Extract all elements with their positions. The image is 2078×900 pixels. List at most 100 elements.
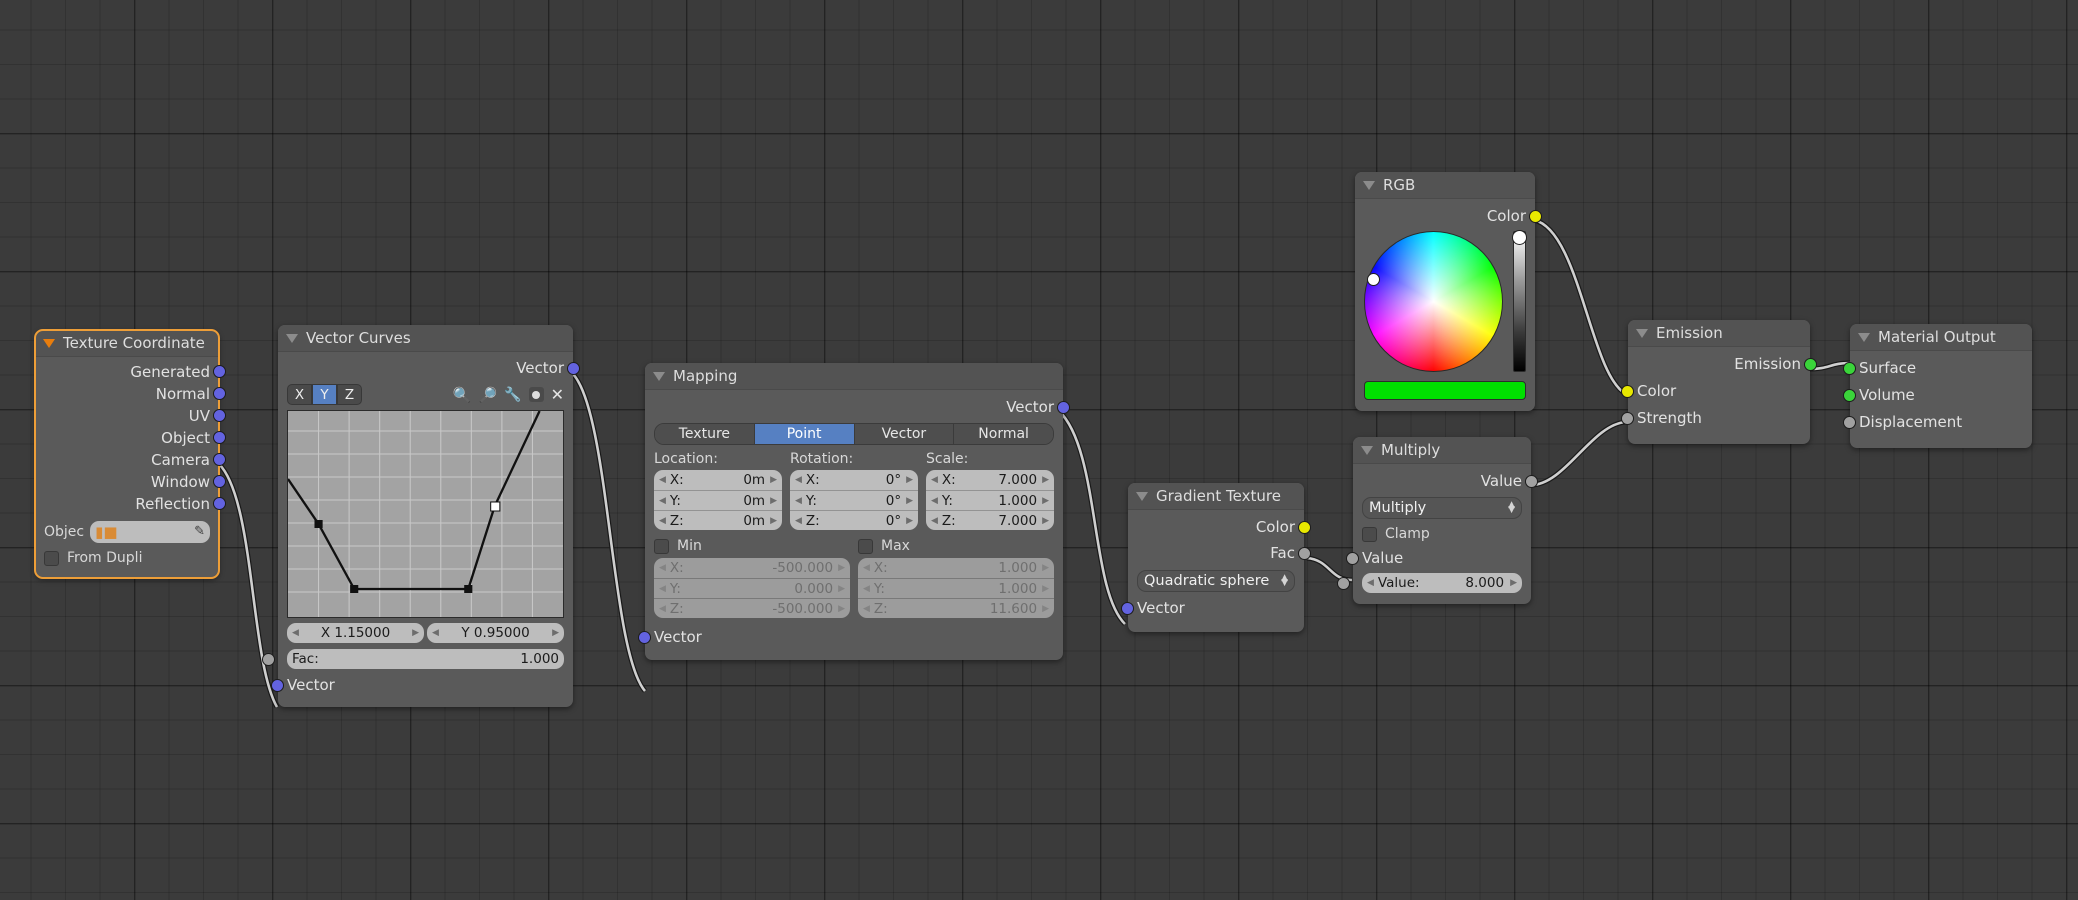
axis-y[interactable]: Y bbox=[312, 384, 337, 405]
decrement-arrow-icon[interactable]: ◀ bbox=[795, 511, 802, 531]
increment-arrow-icon[interactable]: ▶ bbox=[838, 599, 845, 619]
from-dupli-checkbox[interactable] bbox=[44, 550, 59, 566]
location-fields[interactable]: ◀ X: 0m ▶ ◀ Y: 0m ▶ ◀ Z: 0m ▶ bbox=[654, 470, 782, 530]
decrement-arrow-icon[interactable]: ◀ bbox=[659, 470, 666, 490]
socket-value-in-2[interactable] bbox=[1337, 577, 1350, 590]
curve-editor-widget[interactable] bbox=[287, 410, 564, 618]
close-icon[interactable]: ✕ bbox=[551, 385, 564, 404]
decrement-arrow-icon[interactable]: ◀ bbox=[659, 579, 666, 599]
collapse-triangle-icon[interactable] bbox=[1636, 329, 1648, 338]
socket-window[interactable] bbox=[213, 475, 226, 488]
decrement-arrow-icon[interactable]: ◀ bbox=[931, 491, 938, 511]
scale-x-field[interactable]: ◀ X: 7.000 ▶ bbox=[926, 470, 1054, 490]
scale-fields[interactable]: ◀ X: 7.000 ▶ ◀ Y: 1.000 ▶ ◀ Z: 7.000 ▶ bbox=[926, 470, 1054, 530]
socket-strength-in[interactable] bbox=[1621, 412, 1634, 425]
decrement-arrow-icon[interactable]: ◀ bbox=[863, 558, 870, 578]
decrement-arrow-icon[interactable]: ◀ bbox=[292, 623, 299, 643]
collapse-triangle-icon[interactable] bbox=[653, 372, 665, 381]
object-picker[interactable]: ▮■ ✎ bbox=[90, 521, 210, 543]
min-y-field[interactable]: ◀ Y: 0.000 ▶ bbox=[654, 578, 850, 598]
node-vector-curves[interactable]: Vector Curves Vector X Y Z 🔍 🔎 🔧 ✕ ◀ X 1… bbox=[262, 325, 580, 707]
increment-arrow-icon[interactable]: ▶ bbox=[1042, 511, 1049, 531]
increment-arrow-icon[interactable]: ▶ bbox=[906, 491, 913, 511]
location-z-field[interactable]: ◀ Z: 0m ▶ bbox=[654, 510, 782, 530]
rotation-z-field[interactable]: ◀ Z: 0° ▶ bbox=[790, 510, 918, 530]
socket-value-in-1[interactable] bbox=[1346, 552, 1359, 565]
collapse-triangle-icon[interactable] bbox=[43, 339, 55, 348]
increment-arrow-icon[interactable]: ▶ bbox=[412, 623, 419, 643]
max-fields[interactable]: ◀ X: 1.000 ▶ ◀ Y: 1.000 ▶ ◀ Z: 11.600 ▶ bbox=[858, 558, 1054, 618]
tab-normal[interactable]: Normal bbox=[954, 424, 1053, 444]
node-header[interactable]: Gradient Texture bbox=[1128, 483, 1304, 510]
chevron-updown-icon[interactable]: ▲ ▼ bbox=[1508, 501, 1515, 515]
socket-volume-in[interactable] bbox=[1843, 389, 1856, 402]
decrement-arrow-icon[interactable]: ◀ bbox=[931, 470, 938, 490]
collapse-triangle-icon[interactable] bbox=[1361, 446, 1373, 455]
max-y-field[interactable]: ◀ Y: 1.000 ▶ bbox=[858, 578, 1054, 598]
value-slider-cursor[interactable] bbox=[1512, 230, 1528, 245]
chevron-updown-icon[interactable]: ▲ ▼ bbox=[1281, 574, 1288, 588]
max-x-field[interactable]: ◀ X: 1.000 ▶ bbox=[858, 558, 1054, 578]
socket-emission-out[interactable] bbox=[1804, 358, 1817, 371]
socket-color-in[interactable] bbox=[1621, 385, 1634, 398]
axis-z[interactable]: Z bbox=[337, 384, 362, 405]
color-wheel-cursor[interactable] bbox=[1367, 273, 1380, 286]
socket-displacement-in[interactable] bbox=[1843, 416, 1856, 429]
min-fields[interactable]: ◀ X: -500.000 ▶ ◀ Y: 0.000 ▶ ◀ Z: -500.0… bbox=[654, 558, 850, 618]
socket-reflection[interactable] bbox=[213, 497, 226, 510]
node-header[interactable]: Material Output bbox=[1850, 324, 2032, 351]
node-texture-coordinate[interactable]: Texture Coordinate Generated Normal UV O… bbox=[34, 329, 226, 579]
increment-arrow-icon[interactable]: ▶ bbox=[1042, 491, 1049, 511]
color-swatch[interactable] bbox=[1364, 381, 1526, 400]
node-header[interactable]: RGB bbox=[1355, 172, 1535, 199]
decrement-arrow-icon[interactable]: ◀ bbox=[659, 599, 666, 619]
node-material-output[interactable]: Material Output Surface Volume Displacem… bbox=[1843, 324, 2032, 448]
collapse-triangle-icon[interactable] bbox=[286, 334, 298, 343]
max-checkbox[interactable] bbox=[858, 538, 873, 554]
gradient-type-dropdown[interactable]: Quadratic sphere ▲ ▼ bbox=[1137, 570, 1295, 592]
operation-dropdown[interactable]: Multiply ▲ ▼ bbox=[1362, 497, 1522, 519]
socket-vector-in[interactable] bbox=[271, 679, 284, 692]
wrench-icon[interactable]: 🔧 bbox=[504, 387, 521, 403]
socket-vector-out[interactable] bbox=[1057, 401, 1070, 414]
socket-object[interactable] bbox=[213, 431, 226, 444]
node-header[interactable]: Mapping bbox=[645, 363, 1063, 390]
tab-texture[interactable]: Texture bbox=[655, 424, 755, 444]
node-emission[interactable]: Emission Emission Color Strength bbox=[1621, 320, 1817, 444]
collapse-triangle-icon[interactable] bbox=[1363, 181, 1375, 190]
decrement-arrow-icon[interactable]: ◀ bbox=[863, 579, 870, 599]
fac-input-field[interactable]: Fac: 1.000 bbox=[262, 649, 564, 669]
decrement-arrow-icon[interactable]: ◀ bbox=[1367, 573, 1374, 593]
increment-arrow-icon[interactable]: ▶ bbox=[1042, 579, 1049, 599]
decrement-arrow-icon[interactable]: ◀ bbox=[863, 599, 870, 619]
min-z-field[interactable]: ◀ Z: -500.000 ▶ bbox=[654, 598, 850, 618]
socket-normal[interactable] bbox=[213, 387, 226, 400]
socket-camera[interactable] bbox=[213, 453, 226, 466]
socket-fac-out[interactable] bbox=[1298, 547, 1311, 560]
decrement-arrow-icon[interactable]: ◀ bbox=[795, 491, 802, 511]
location-y-field[interactable]: ◀ Y: 0m ▶ bbox=[654, 490, 782, 510]
socket-vector-in[interactable] bbox=[1121, 602, 1134, 615]
dot-icon[interactable] bbox=[528, 387, 544, 402]
decrement-arrow-icon[interactable]: ◀ bbox=[659, 491, 666, 511]
node-header[interactable]: Texture Coordinate bbox=[35, 330, 219, 357]
axis-x[interactable]: X bbox=[287, 384, 312, 405]
tab-point[interactable]: Point bbox=[754, 424, 855, 444]
max-z-field[interactable]: ◀ Z: 11.600 ▶ bbox=[858, 598, 1054, 618]
socket-value-out[interactable] bbox=[1525, 475, 1538, 488]
rotation-y-field[interactable]: ◀ Y: 0° ▶ bbox=[790, 490, 918, 510]
increment-arrow-icon[interactable]: ▶ bbox=[1042, 599, 1049, 619]
socket-color-out[interactable] bbox=[1298, 521, 1311, 534]
socket-vector-out[interactable] bbox=[567, 362, 580, 375]
scale-z-field[interactable]: ◀ Z: 7.000 ▶ bbox=[926, 510, 1054, 530]
decrement-arrow-icon[interactable]: ◀ bbox=[931, 511, 938, 531]
socket-vector-in[interactable] bbox=[638, 631, 651, 644]
node-header[interactable]: Emission bbox=[1628, 320, 1810, 347]
increment-arrow-icon[interactable]: ▶ bbox=[906, 511, 913, 531]
decrement-arrow-icon[interactable]: ◀ bbox=[795, 470, 802, 490]
increment-arrow-icon[interactable]: ▶ bbox=[1510, 573, 1517, 593]
min-checkbox[interactable] bbox=[654, 538, 669, 554]
location-x-field[interactable]: ◀ X: 0m ▶ bbox=[654, 470, 782, 490]
node-header[interactable]: Multiply bbox=[1353, 437, 1531, 464]
clamp-checkbox[interactable] bbox=[1362, 526, 1377, 542]
